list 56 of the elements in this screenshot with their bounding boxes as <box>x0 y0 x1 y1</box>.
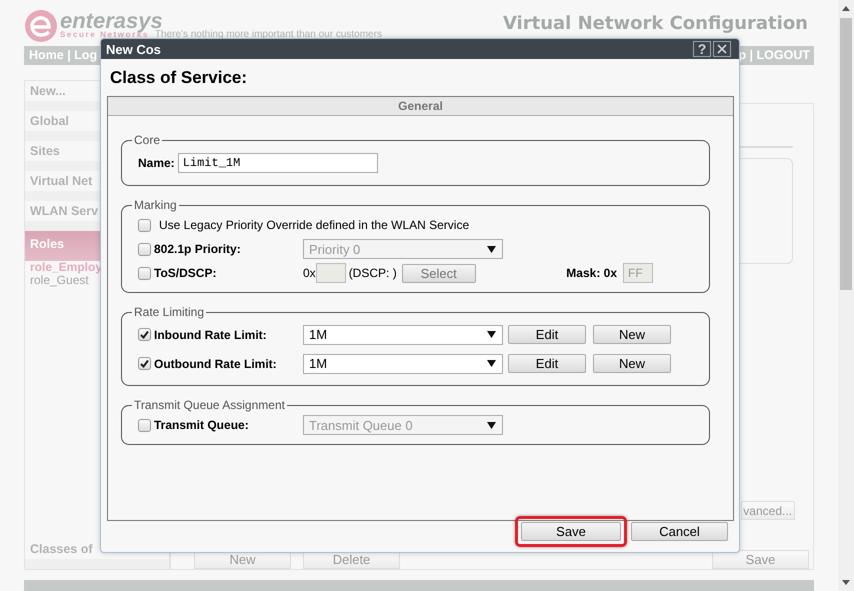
scrollbar-thumb[interactable] <box>840 18 852 290</box>
save-button[interactable]: Save <box>712 550 809 569</box>
brand-subtitle: Secure Networks <box>60 31 149 39</box>
select-button[interactable]: Select <box>402 264 476 282</box>
dialog-title: New Cos <box>106 42 162 56</box>
up-arrow-icon <box>842 6 850 11</box>
group-legend: Marking <box>132 198 179 212</box>
checkbox[interactable] <box>138 328 151 341</box>
sidebar-item[interactable]: WLAN Serv <box>30 202 98 221</box>
dropdown[interactable]: 1M <box>303 324 503 344</box>
action-button[interactable]: New <box>593 354 671 373</box>
panel-tab[interactable]: General <box>108 97 733 116</box>
hex-prefix: 0x <box>303 266 316 280</box>
field-label: 802.1p Priority: <box>154 242 241 256</box>
dropdown[interactable]: 1M <box>303 354 503 374</box>
dialog-button[interactable]: Cancel <box>631 522 728 541</box>
nav-link[interactable]: Home | Log <box>29 46 98 65</box>
field-label: Inbound Rate Limit: <box>154 328 267 342</box>
sidebar-item[interactable]: Sites <box>30 142 60 161</box>
dialog-heading: Class of Service: <box>110 68 248 88</box>
logo-icon <box>25 10 57 42</box>
sidebar-item[interactable]: Global <box>30 112 69 131</box>
close-icon <box>717 44 727 54</box>
field-label: Outbound Rate Limit: <box>154 356 277 370</box>
caret-icon <box>487 422 496 428</box>
action-button[interactable]: New <box>593 325 671 344</box>
help-button[interactable]: ? <box>693 41 711 57</box>
field-label: Name: <box>138 156 175 170</box>
sidebar-item[interactable]: Virtual Net <box>30 172 92 191</box>
advanced-button[interactable]: vanced... <box>741 501 795 520</box>
mask-label: Mask: 0x <box>566 266 617 280</box>
field-label: ToS/DSCP: <box>154 266 216 280</box>
action-button[interactable]: Edit <box>508 354 586 373</box>
app-title: Virtual Network Configuration <box>502 12 808 36</box>
group-legend: Transmit Queue Assignment <box>132 398 287 412</box>
dscp-label: (DSCP: ) <box>348 266 397 280</box>
checkbox[interactable] <box>138 266 151 280</box>
down-arrow-icon <box>842 580 850 585</box>
checkbox[interactable] <box>138 218 151 232</box>
checkbox[interactable] <box>138 357 151 370</box>
group-legend: Core <box>132 133 162 147</box>
field-label: Transmit Queue: <box>154 418 249 432</box>
close-button[interactable] <box>713 41 731 57</box>
sidebar-item[interactable]: Roles <box>30 235 64 254</box>
group-legend: Rate Limiting <box>132 305 206 319</box>
action-button[interactable]: Edit <box>508 325 586 344</box>
sidebar-item[interactable]: New... <box>30 82 66 101</box>
brand-name: enterasys <box>60 10 163 31</box>
caret-icon <box>487 360 496 367</box>
sidebar-subitem[interactable]: role_Guest <box>30 274 89 287</box>
dialog-button[interactable]: Save <box>521 522 621 541</box>
checkbox-label: Use Legacy Priority Override defined in the WLAN Service <box>159 218 470 232</box>
caret-icon <box>487 331 496 338</box>
text-field[interactable]: Limit_1M <box>178 153 378 173</box>
caret-icon <box>487 246 496 252</box>
sidebar-subitem[interactable]: role_Employ <box>30 261 102 274</box>
